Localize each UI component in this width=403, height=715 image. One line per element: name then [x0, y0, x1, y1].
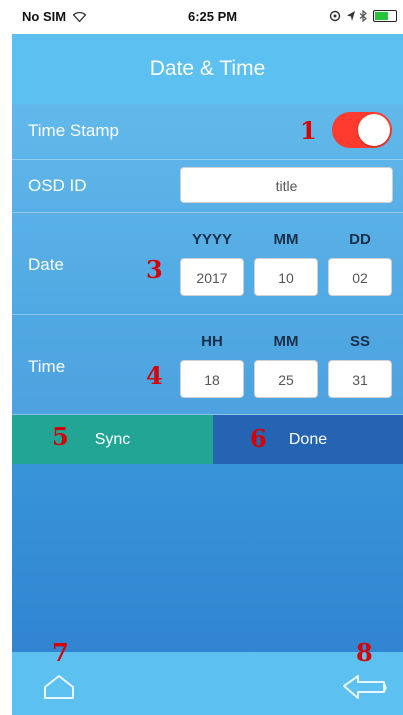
annotation-badge-3: 3: [146, 255, 163, 284]
osd-id-input[interactable]: title: [180, 167, 393, 203]
year-header: YYYY: [191, 231, 233, 248]
day-input[interactable]: 02: [328, 258, 392, 296]
annotation-badge-1: 1: [300, 116, 317, 145]
day-value: 02: [352, 270, 368, 286]
time-stamp-toggle[interactable]: [332, 112, 392, 148]
status-right: [328, 9, 397, 24]
date-label: Date: [28, 255, 64, 274]
status-bar: No SIM 6:25 PM: [12, 0, 403, 34]
time-stamp-label: Time Stamp: [28, 121, 120, 140]
hour-header: HH: [201, 333, 223, 350]
annotation-badge-7: 7: [52, 638, 69, 667]
toggle-knob: [358, 114, 390, 146]
sync-label: Sync: [94, 431, 131, 448]
done-button[interactable]: Done: [213, 415, 403, 464]
minute-input[interactable]: 25: [254, 360, 318, 398]
minute-value: 25: [278, 372, 294, 388]
done-label: Done: [288, 431, 328, 448]
date-row: Date 3 YYYY MM DD 2017 10 02: [12, 213, 403, 315]
time-label: Time: [28, 357, 66, 376]
hour-value: 18: [204, 372, 220, 388]
bottom-toolbar: [12, 652, 403, 715]
osd-id-label: OSD ID: [28, 176, 87, 195]
header: Date & Time: [12, 34, 403, 104]
back-icon[interactable]: [342, 672, 388, 707]
screen: No SIM 6:25 PM Date & Time Time Stamp 1 …: [12, 0, 403, 715]
osd-id-row: OSD ID 2 title: [12, 160, 403, 213]
osd-id-value: title: [275, 178, 298, 194]
annotation-badge-4: 4: [146, 361, 163, 390]
time-stamp-row: Time Stamp 1: [12, 104, 403, 160]
month-header: MM: [273, 231, 299, 248]
time-row: Time 4 HH MM SS 18 25 31: [12, 315, 403, 415]
page-title: Date & Time: [149, 57, 266, 80]
sync-button[interactable]: Sync: [12, 415, 213, 464]
day-header: DD: [349, 231, 371, 248]
year-input[interactable]: 2017: [180, 258, 244, 296]
location-icon: [328, 9, 346, 24]
annotation-badge-8: 8: [356, 638, 373, 667]
second-input[interactable]: 31: [328, 360, 392, 398]
home-icon[interactable]: [42, 674, 76, 705]
carrier-label: No SIM: [22, 9, 67, 24]
month-value: 10: [278, 270, 294, 286]
second-header: SS: [349, 333, 370, 350]
status-left: No SIM: [22, 9, 87, 24]
wifi-icon: [70, 9, 87, 24]
battery-icon: [373, 10, 397, 22]
annotation-badge-5: 5: [52, 422, 69, 451]
status-time: 6:25 PM: [188, 9, 238, 24]
year-value: 2017: [196, 270, 228, 286]
second-value: 31: [352, 372, 368, 388]
annotation-badge-6: 6: [250, 424, 267, 453]
hour-input[interactable]: 18: [180, 360, 244, 398]
arrow-icon: [346, 9, 360, 24]
month-input[interactable]: 10: [254, 258, 318, 296]
bluetooth-icon: [359, 9, 371, 24]
minute-header: MM: [273, 333, 299, 350]
